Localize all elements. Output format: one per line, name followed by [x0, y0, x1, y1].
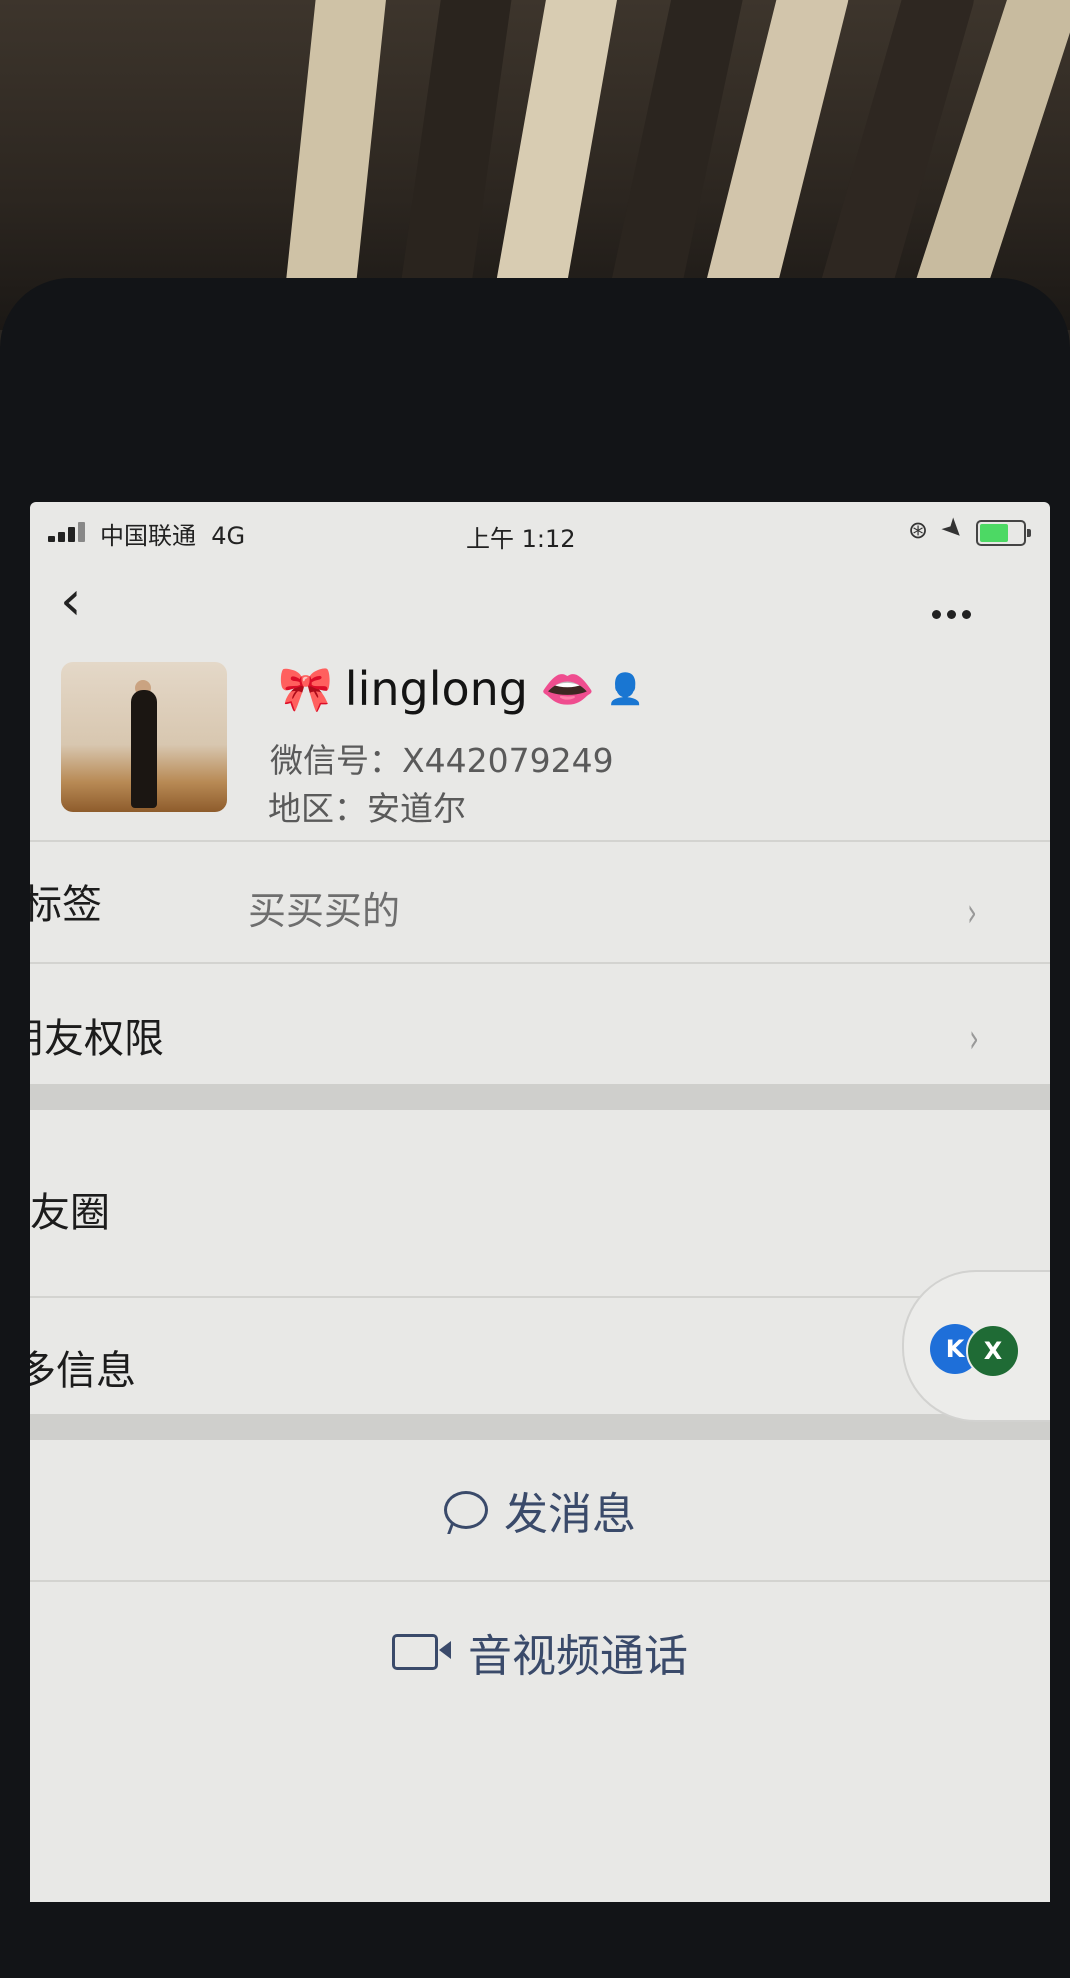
region: 地区：安道尔	[268, 782, 466, 830]
tags-row[interactable]: 标签 买买买的 ›	[30, 842, 1050, 962]
avatar[interactable]	[61, 662, 227, 812]
contact-name: linglong	[344, 662, 528, 716]
mini-app-icon: X	[966, 1324, 1020, 1378]
gender-badge-icon: 👤	[606, 671, 645, 707]
contact-profile-screen: 中国联通 4G 上午 1:12 ⊛ ➤ ‹ 🎀 linglong 👄 👤 微信号…	[30, 502, 1050, 1902]
location-icon: ➤	[934, 510, 972, 548]
chevron-right-icon: ›	[969, 1016, 979, 1062]
section-gap	[30, 1414, 1050, 1440]
tags-label: 标签	[30, 882, 102, 928]
more-options-icon[interactable]	[932, 604, 977, 623]
ribbon-emoji: 🎀	[278, 664, 333, 715]
moments-label: 朋友圈	[30, 1190, 110, 1236]
carrier-name: 中国联通	[100, 522, 196, 550]
friend-permissions-label: 朋友权限	[30, 1016, 164, 1062]
floating-window-bubble[interactable]: K X	[902, 1270, 1050, 1422]
video-call-button[interactable]: 音视频通话	[30, 1582, 1050, 1722]
region-value: 安道尔	[367, 789, 466, 828]
moments-row[interactable]: 朋友圈	[30, 1110, 1050, 1294]
more-info-label: 更多信息	[30, 1348, 136, 1394]
friend-permissions-row[interactable]: 朋友权限 ›	[30, 964, 1050, 1082]
video-call-label: 音视频通话	[468, 1631, 688, 1682]
section-gap	[30, 1084, 1050, 1110]
rotation-lock-icon: ⊛	[908, 516, 929, 544]
more-info-row[interactable]: 更多信息 ›	[30, 1298, 1050, 1414]
lips-emoji: 👄	[540, 664, 595, 715]
tags-value: 买买买的	[248, 889, 401, 933]
wechat-id-value: X442079249	[402, 741, 614, 780]
battery-icon	[976, 520, 1031, 546]
network-type: 4G	[211, 522, 246, 550]
carrier-label: 中国联通 4G	[100, 516, 245, 551]
wechat-id-label: 微信号：	[270, 741, 402, 780]
region-label: 地区：	[268, 789, 367, 828]
profile-name-row: 🎀 linglong 👄 👤	[278, 662, 644, 716]
send-message-button[interactable]: 发消息	[30, 1440, 1050, 1580]
video-camera-icon	[392, 1634, 451, 1670]
send-message-label: 发消息	[504, 1489, 636, 1540]
chat-bubble-icon	[444, 1491, 488, 1529]
back-icon[interactable]: ‹	[60, 574, 82, 628]
status-icons: ⊛ ➤	[876, 511, 1046, 547]
status-bar: 中国联通 4G 上午 1:12 ⊛ ➤	[30, 502, 1050, 562]
wechat-id: 微信号：X442079249	[270, 734, 614, 782]
status-time: 上午 1:12	[466, 525, 576, 553]
signal-icon	[48, 520, 90, 542]
chevron-right-icon: ›	[967, 890, 977, 936]
